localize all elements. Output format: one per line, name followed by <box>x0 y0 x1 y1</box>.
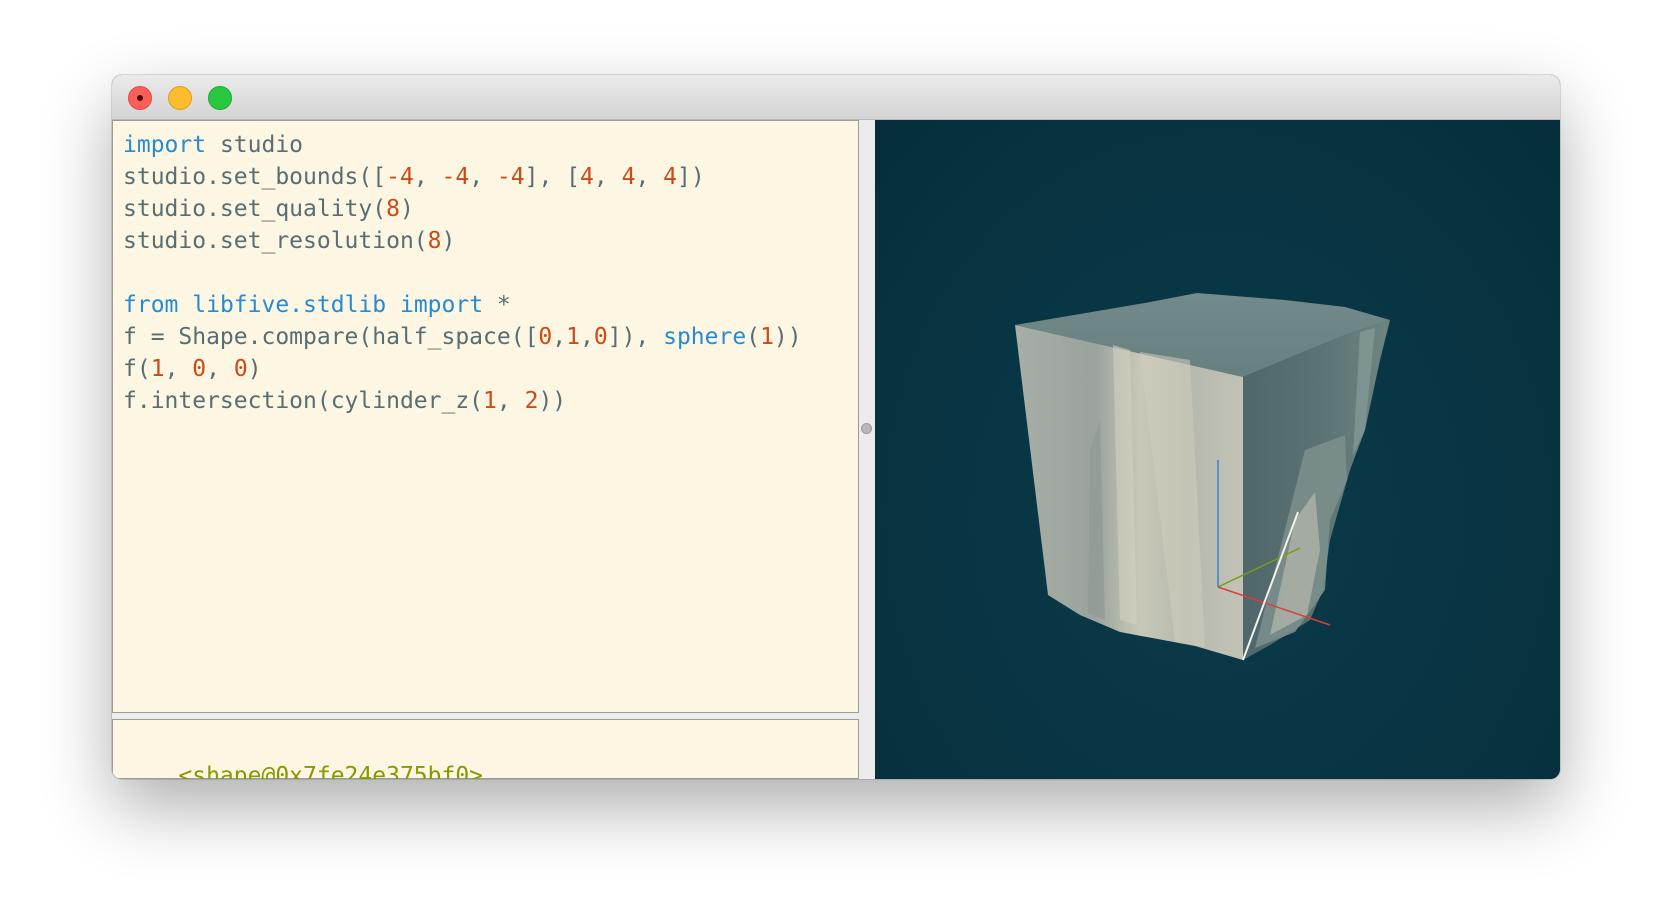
code-text: ]) <box>677 164 705 190</box>
code-number: 1 <box>566 324 580 350</box>
code-number: 1 <box>760 324 774 350</box>
code-text: ]), <box>607 324 664 350</box>
code-number: 2 <box>524 388 539 414</box>
code-text: ) <box>441 228 456 254</box>
code-number: 1 <box>150 356 165 382</box>
code-text: )) <box>538 388 567 414</box>
code-text: studio <box>206 132 304 158</box>
maximize-button[interactable] <box>208 86 232 110</box>
code-text: , <box>413 164 442 190</box>
console-output: <shape@0x7fe24e375bf0> <box>112 719 859 779</box>
code-number: 0 <box>538 324 553 350</box>
code-text: studio.set_resolution( <box>123 228 428 254</box>
code-text: f = Shape.compare(half_space([ <box>123 324 539 350</box>
code-text: ) <box>399 196 414 222</box>
close-button[interactable] <box>128 86 152 110</box>
code-number: 8 <box>386 196 400 222</box>
code-text: , <box>496 388 525 414</box>
code-line[interactable]: import studio <box>123 129 848 161</box>
3d-viewport[interactable] <box>875 120 1560 779</box>
code-number: -4 <box>441 164 470 190</box>
code-number: 1 <box>483 388 497 414</box>
code-text: ) <box>247 356 262 382</box>
code-text: , <box>164 356 193 382</box>
code-keyword: libfive.stdlib <box>192 292 387 318</box>
rendered-shape <box>1015 293 1390 661</box>
code-number: 4 <box>621 164 636 190</box>
code-number: 4 <box>663 164 677 190</box>
code-number: -4 <box>386 164 414 190</box>
code-keyword: sphere <box>663 324 747 350</box>
code-text: , <box>580 324 594 350</box>
code-line[interactable]: f.intersection(cylinder_z(1, 2)) <box>123 385 848 417</box>
code-line[interactable]: f(1, 0, 0) <box>123 353 848 385</box>
code-text: f.intersection(cylinder_z( <box>123 388 484 414</box>
code-line[interactable] <box>123 257 848 289</box>
title-bar <box>112 75 1560 120</box>
code-text: , <box>469 164 497 190</box>
code-text: studio.set_quality( <box>123 196 387 222</box>
code-keyword: from <box>123 292 179 318</box>
splitter-handle[interactable] <box>861 423 872 434</box>
code-line[interactable]: f = Shape.compare(half_space([0,1,0]), s… <box>123 321 848 353</box>
code-text: , <box>635 164 664 190</box>
code-number: -4 <box>496 164 525 190</box>
code-text: ( <box>746 324 761 350</box>
code-text: studio.set_bounds([ <box>123 164 387 190</box>
code-keyword: import <box>123 132 207 158</box>
code-number: 0 <box>192 356 207 382</box>
code-editor[interactable]: import studio studio.set_bounds([-4, -4, … <box>112 120 859 713</box>
code-keyword: import <box>399 292 484 318</box>
code-number: 4 <box>580 164 594 190</box>
code-text: f( <box>123 356 151 382</box>
code-text: , <box>206 356 234 382</box>
code-text: * <box>483 292 511 318</box>
code-text: , <box>552 324 567 350</box>
app-window: import studio studio.set_bounds([-4, -4, … <box>112 75 1560 779</box>
code-text: )) <box>773 324 802 350</box>
code-text: ], [ <box>524 164 581 190</box>
code-text: , <box>593 164 622 190</box>
console-result-text: <shape@0x7fe24e375bf0> <box>178 763 484 779</box>
minimize-button[interactable] <box>168 86 192 110</box>
code-number: 8 <box>427 228 442 254</box>
code-line[interactable]: studio.set_resolution(8) <box>123 225 848 257</box>
pane-splitter[interactable] <box>859 120 875 779</box>
code-number: 0 <box>233 356 248 382</box>
code-line[interactable]: studio.set_bounds([-4, -4, -4], [4, 4, 4… <box>123 161 848 193</box>
code-line[interactable]: studio.set_quality(8) <box>123 193 848 225</box>
code-line[interactable]: from libfive.stdlib import * <box>123 289 848 321</box>
code-number: 0 <box>593 324 608 350</box>
